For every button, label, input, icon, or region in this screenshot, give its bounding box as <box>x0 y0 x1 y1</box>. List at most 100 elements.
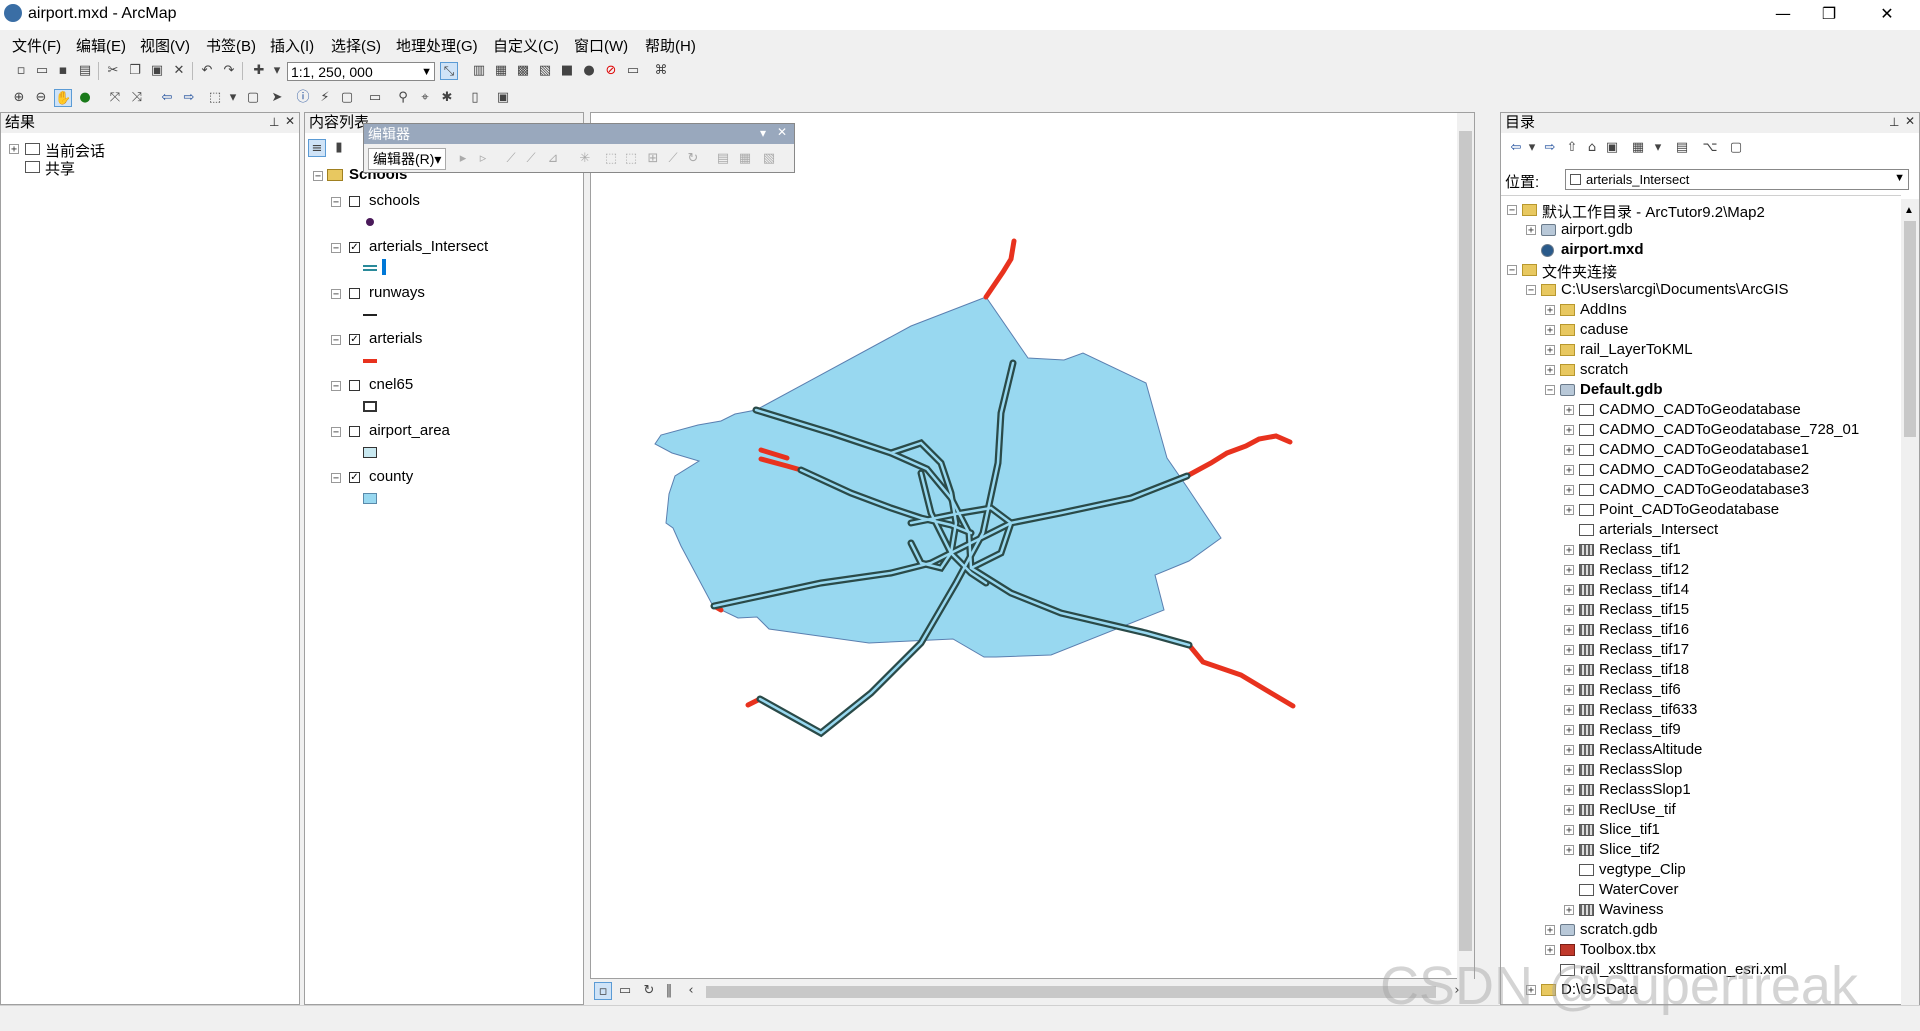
search-window-icon[interactable]: ▧ <box>536 62 554 80</box>
catalog-item[interactable]: CADMO_CADToGeodatabase1 <box>1599 441 1809 458</box>
redo-icon[interactable]: ↷ <box>220 62 238 80</box>
back-icon[interactable]: ⇦ <box>158 89 176 107</box>
catalog-item[interactable]: rail_LayerToKML <box>1580 341 1693 358</box>
results-item-shared[interactable]: 共享 <box>45 158 75 179</box>
pan-icon[interactable]: ✋ <box>54 89 72 107</box>
expand-icon[interactable]: + <box>1564 605 1574 616</box>
collapse-icon[interactable]: − <box>1507 265 1517 276</box>
expand-icon[interactable]: + <box>1564 785 1574 796</box>
forward-icon[interactable]: ⇨ <box>180 89 198 107</box>
catalog-item[interactable]: AddIns <box>1580 301 1627 318</box>
catalog-item[interactable]: WaterCover <box>1599 881 1678 898</box>
hyperlink-icon[interactable]: ⚡ <box>316 89 334 107</box>
viewer-icon[interactable]: ▣ <box>494 89 512 107</box>
print-icon[interactable]: ▤ <box>76 62 94 80</box>
catalog-item[interactable]: ReclUse_tif <box>1599 801 1676 818</box>
scroll-left-icon[interactable]: ‹ <box>682 982 700 1000</box>
catalog-item[interactable]: ReclassSlop1 <box>1599 781 1691 798</box>
modelbuilder-icon[interactable]: ⌘ <box>652 62 670 80</box>
catalog-item[interactable]: CADMO_CADToGeodatabase3 <box>1599 481 1809 498</box>
collapse-icon[interactable]: − <box>331 243 341 254</box>
map-scroll-thumb[interactable] <box>1459 131 1472 951</box>
python-icon[interactable]: ● <box>580 62 598 80</box>
collapse-icon[interactable]: − <box>313 171 323 182</box>
menu-selection[interactable]: 选择(S) <box>331 35 381 56</box>
home-icon[interactable]: ⌂ <box>1583 139 1601 157</box>
catalog-item[interactable]: CADMO_CADToGeodatabase2 <box>1599 461 1809 478</box>
collapse-icon[interactable]: − <box>331 335 341 346</box>
map-canvas[interactable] <box>591 113 1476 980</box>
catalog-item[interactable]: 默认工作目录 - ArcTutor9.2\Map2 <box>1542 201 1765 222</box>
collapse-icon[interactable]: − <box>331 289 341 300</box>
catalog-item[interactable]: Slice_tif2 <box>1599 841 1660 858</box>
catalog-item[interactable]: airport.gdb <box>1561 221 1633 238</box>
expand-icon[interactable]: + <box>1564 685 1574 696</box>
catalog-item[interactable]: Reclass_tif6 <box>1599 681 1681 698</box>
catalog-item[interactable]: caduse <box>1580 321 1628 338</box>
chevron-down-icon[interactable]: ▾ <box>1649 139 1667 157</box>
catalog-item[interactable]: ReclassSlop <box>1599 761 1682 778</box>
select-elements-icon[interactable]: ➤ <box>268 89 286 107</box>
catalog-item[interactable]: Reclass_tif15 <box>1599 601 1689 618</box>
delete-icon[interactable]: ✕ <box>170 62 188 80</box>
chevron-down-icon[interactable]: ▾ <box>224 89 242 107</box>
close-button[interactable]: ✕ <box>1864 0 1910 30</box>
layer-checkbox-arterials[interactable]: ✓ <box>349 334 360 345</box>
catalog-item[interactable]: arterials_Intersect <box>1599 521 1718 538</box>
catalog-item[interactable]: airport.mxd <box>1561 241 1644 258</box>
toc-icon[interactable]: ▦ <box>492 62 510 80</box>
collapse-icon[interactable]: − <box>1545 385 1555 396</box>
layer-name-arterials[interactable]: arterials <box>369 330 422 347</box>
expand-icon[interactable]: + <box>1545 925 1555 936</box>
layer-name-arterials-intersect[interactable]: arterials_Intersect <box>369 238 488 255</box>
full-extent-icon[interactable]: ● <box>76 89 94 107</box>
collapse-icon[interactable]: − <box>331 197 341 208</box>
html-popup-icon[interactable]: ▢ <box>338 89 356 107</box>
catalog-item[interactable]: Reclass_tif9 <box>1599 721 1681 738</box>
close-icon[interactable]: ✕ <box>1905 114 1915 128</box>
catalog-item[interactable]: 文件夹连接 <box>1542 261 1617 282</box>
fixed-zoom-out-icon[interactable]: ⤨ <box>128 89 146 107</box>
menu-windows[interactable]: 窗口(W) <box>574 35 628 56</box>
expand-icon[interactable]: + <box>1564 825 1574 836</box>
expand-icon[interactable]: + <box>1545 345 1555 356</box>
menu-geoprocessing[interactable]: 地理处理(G) <box>396 35 478 56</box>
rotate-icon[interactable]: ↻ <box>684 150 702 168</box>
catalog-item[interactable]: ReclassAltitude <box>1599 741 1702 758</box>
scroll-up-icon[interactable]: ▲ <box>1904 205 1914 216</box>
layer-checkbox-arterials-intersect[interactable]: ✓ <box>349 242 360 253</box>
collapse-icon[interactable]: − <box>331 381 341 392</box>
restore-button[interactable]: ❐ <box>1806 0 1852 30</box>
connect-folder-icon[interactable]: ▤ <box>1673 139 1691 157</box>
layer-name-county[interactable]: county <box>369 468 413 485</box>
toggle-contents-icon[interactable]: ▣ <box>1603 139 1621 157</box>
catalog-item[interactable]: scratch <box>1580 361 1628 378</box>
layer-checkbox-cnel65[interactable] <box>349 380 360 391</box>
select-features-icon[interactable]: ⬚ <box>206 89 224 107</box>
expand-icon[interactable]: + <box>1564 545 1574 556</box>
chevron-down-icon[interactable]: ▾ <box>760 126 766 140</box>
catalog-item[interactable]: Reclass_tif1 <box>1599 541 1681 558</box>
editor-toolbar-icon[interactable]: ▥ <box>470 62 488 80</box>
expand-icon[interactable]: + <box>1545 365 1555 376</box>
list-by-drawing-order-icon[interactable]: ≡ <box>308 139 326 157</box>
menu-insert[interactable]: 插入(I) <box>270 35 314 56</box>
tree-options-icon[interactable]: ⌥ <box>1701 139 1719 157</box>
catalog-item[interactable]: Reclass_tif18 <box>1599 661 1689 678</box>
layer-name-schools[interactable]: schools <box>369 192 420 209</box>
expand-icon[interactable]: + <box>1564 805 1574 816</box>
zoom-out-icon[interactable]: ⊖ <box>32 89 50 107</box>
expand-icon[interactable]: + <box>1564 845 1574 856</box>
catalog-item[interactable]: CADMO_CADToGeodatabase <box>1599 401 1801 418</box>
layer-checkbox-county[interactable]: ✓ <box>349 472 360 483</box>
time-slider-icon[interactable]: ▯ <box>466 89 484 107</box>
clear-selection-icon[interactable]: ▢ <box>244 89 262 107</box>
minimize-button[interactable]: — <box>1760 0 1806 30</box>
options-icon[interactable]: ▢ <box>1727 139 1745 157</box>
menu-edit[interactable]: 编辑(E) <box>76 35 126 56</box>
layout-view-icon[interactable]: ▭ <box>616 982 634 1000</box>
catalog-item[interactable]: C:\Users\arcgi\Documents\ArcGIS <box>1561 281 1789 298</box>
find-route-icon[interactable]: ⌖ <box>416 89 434 107</box>
menu-view[interactable]: 视图(V) <box>140 35 190 56</box>
catalog-item[interactable]: Reclass_tif12 <box>1599 561 1689 578</box>
